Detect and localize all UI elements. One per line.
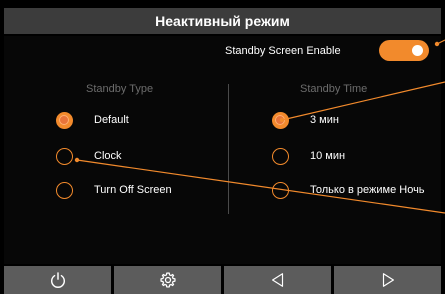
standby-time-option-label: 10 мин xyxy=(310,150,346,162)
standby-settings-screen: Неактивный режим Standby Screen Enable S… xyxy=(0,0,445,294)
standby-time-title: Standby Time xyxy=(300,83,368,95)
radio-3min[interactable] xyxy=(272,112,289,129)
radio-night-only[interactable] xyxy=(272,182,289,199)
back-triangle-icon xyxy=(271,273,283,287)
radio-turn-off-screen[interactable] xyxy=(56,182,73,199)
radio-clock[interactable] xyxy=(56,148,73,165)
standby-type-option-label: Clock xyxy=(94,150,122,162)
power-button[interactable] xyxy=(4,266,111,294)
standby-time-option-night[interactable]: Только в режиме Ночь xyxy=(270,182,440,200)
standby-time-option-10min[interactable]: 10 мин xyxy=(270,148,430,166)
page-title: Неактивный режим xyxy=(4,8,441,34)
back-button[interactable] xyxy=(224,266,331,294)
standby-enable-toggle[interactable] xyxy=(379,40,429,61)
standby-type-option-turn-off[interactable]: Turn Off Screen xyxy=(52,182,222,200)
standby-type-option-default[interactable]: Default xyxy=(52,112,212,130)
forward-button[interactable] xyxy=(334,266,441,294)
column-divider xyxy=(228,84,229,214)
standby-time-option-label: Только в режиме Ночь xyxy=(310,184,425,196)
standby-type-option-label: Turn Off Screen xyxy=(94,184,172,196)
radio-10min[interactable] xyxy=(272,148,289,165)
power-icon xyxy=(50,272,65,288)
standby-enable-label: Standby Screen Enable xyxy=(225,45,341,57)
gear-icon xyxy=(159,272,176,288)
settings-button[interactable] xyxy=(114,266,221,294)
forward-triangle-icon xyxy=(382,273,394,287)
page-title-text: Неактивный режим xyxy=(155,13,290,29)
standby-type-option-clock[interactable]: Clock xyxy=(52,148,212,166)
radio-default[interactable] xyxy=(56,112,73,129)
toggle-knob xyxy=(412,45,423,56)
standby-type-option-label: Default xyxy=(94,114,129,126)
standby-time-option-label: 3 мин xyxy=(310,114,339,126)
standby-type-title: Standby Type xyxy=(86,83,154,95)
settings-panel: Standby Screen Enable Standby Type Stand… xyxy=(4,36,441,264)
bottom-toolbar xyxy=(4,266,441,294)
standby-time-option-3min[interactable]: 3 мин xyxy=(270,112,430,130)
